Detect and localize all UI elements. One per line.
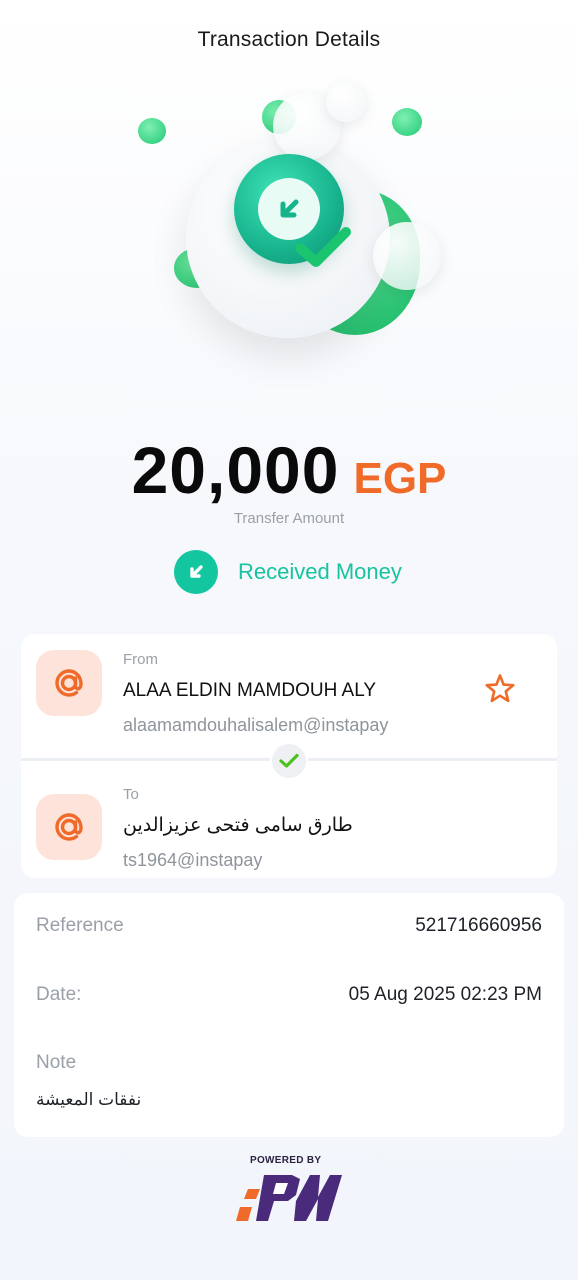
recipient-handle: ts1964@instapay	[123, 850, 263, 870]
sender-handle: alaamamdouhalisalem@instapay	[123, 715, 389, 735]
arrow-down-left-icon	[174, 550, 218, 594]
glass-bubble	[326, 82, 366, 122]
recipient-section: To طارق سامى فتحى عزيزالدين ts1964@insta…	[21, 758, 557, 878]
at-sign-icon	[36, 650, 102, 716]
reference-label: Reference	[36, 915, 124, 936]
date-label: Date:	[36, 984, 82, 1005]
status-indicator: Received Money	[174, 549, 402, 595]
glass-bubble	[373, 222, 441, 290]
checkmark-icon	[292, 222, 356, 279]
at-sign-icon	[36, 794, 102, 860]
favorite-star-icon[interactable]	[483, 672, 517, 706]
ipn-logo	[236, 1175, 342, 1221]
powered-by-text: POWERED BY	[250, 1155, 322, 1166]
parties-card: From ALAA ELDIN MAMDOUH ALY alaamamdouha…	[21, 634, 557, 878]
transaction-illustration	[130, 80, 450, 350]
amount-currency: EGP	[353, 454, 447, 503]
status-text: Received Money	[238, 559, 402, 584]
transfer-amount: 20,000 EGP	[0, 432, 578, 508]
amount-label: Transfer Amount	[233, 510, 345, 527]
date-value: 05 Aug 2025 02:23 PM	[348, 984, 542, 1005]
amount-value: 20,000	[131, 433, 340, 507]
sender-name: ALAA ELDIN MAMDOUH ALY	[123, 680, 377, 701]
note-value: نفقات المعيشة	[36, 1090, 142, 1109]
green-bubble	[392, 108, 422, 136]
sender-section: From ALAA ELDIN MAMDOUH ALY alaamamdouha…	[21, 634, 557, 754]
powered-by-ipn-logo: POWERED BY	[234, 1155, 346, 1225]
green-bubble	[138, 118, 166, 144]
note-label: Note	[36, 1052, 77, 1073]
from-caption: From	[123, 651, 158, 668]
recipient-name: طارق سامى فتحى عزيزالدين	[123, 815, 353, 836]
transaction-details-card: Reference 521716660956 Date: 05 Aug 2025…	[14, 893, 564, 1137]
reference-value[interactable]: 521716660956	[415, 915, 542, 937]
to-caption: To	[123, 786, 139, 803]
page-title: Transaction Details	[197, 28, 381, 51]
